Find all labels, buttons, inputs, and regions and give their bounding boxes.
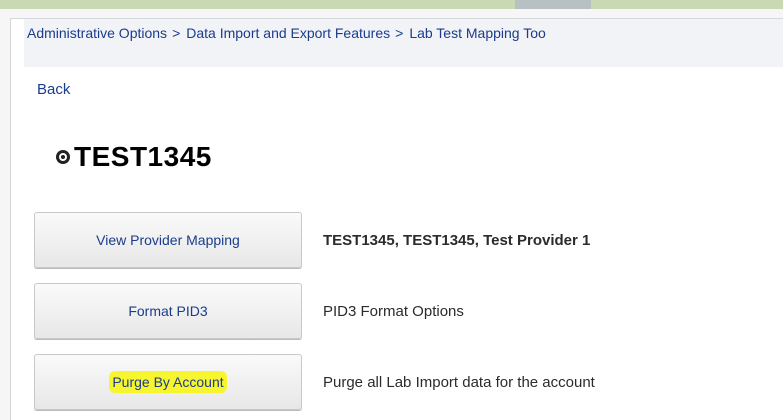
provider-mapping-description: TEST1345, TEST1345, Test Provider 1 bbox=[323, 231, 591, 249]
page-title-row: TEST1345 bbox=[56, 140, 212, 174]
top-bar-tab bbox=[515, 0, 591, 9]
breadcrumb: Administrative Options > Data Import and E… bbox=[27, 25, 546, 41]
purge-by-account-label: Purge By Account bbox=[109, 371, 227, 393]
format-pid3-button[interactable]: Format PID3 bbox=[34, 283, 302, 339]
action-row-view-provider-mapping: View Provider Mapping TEST1345, TEST1345… bbox=[34, 212, 590, 268]
top-bar bbox=[0, 0, 783, 9]
view-provider-mapping-label: View Provider Mapping bbox=[96, 232, 240, 248]
breadcrumb-separator: > bbox=[172, 25, 181, 41]
radio-target-icon bbox=[56, 150, 70, 164]
format-pid3-label: Format PID3 bbox=[128, 303, 208, 319]
page-title: TEST1345 bbox=[74, 141, 212, 172]
action-row-purge-by-account: Purge By Account Purge all Lab Import da… bbox=[34, 354, 595, 410]
purge-by-account-button[interactable]: Purge By Account bbox=[34, 354, 302, 410]
back-link[interactable]: Back bbox=[37, 81, 70, 98]
pid3-format-description: PID3 Format Options bbox=[323, 302, 464, 320]
breadcrumb-data-import-export[interactable]: Data Import and Export Features bbox=[186, 25, 390, 41]
breadcrumb-administrative-options[interactable]: Administrative Options bbox=[27, 25, 167, 41]
view-provider-mapping-button[interactable]: View Provider Mapping bbox=[34, 212, 302, 268]
action-row-format-pid3: Format PID3 PID3 Format Options bbox=[34, 283, 464, 339]
breadcrumb-separator: > bbox=[395, 25, 404, 41]
purge-description: Purge all Lab Import data for the accoun… bbox=[323, 373, 595, 391]
breadcrumb-lab-test-mapping[interactable]: Lab Test Mapping Too bbox=[409, 25, 545, 41]
